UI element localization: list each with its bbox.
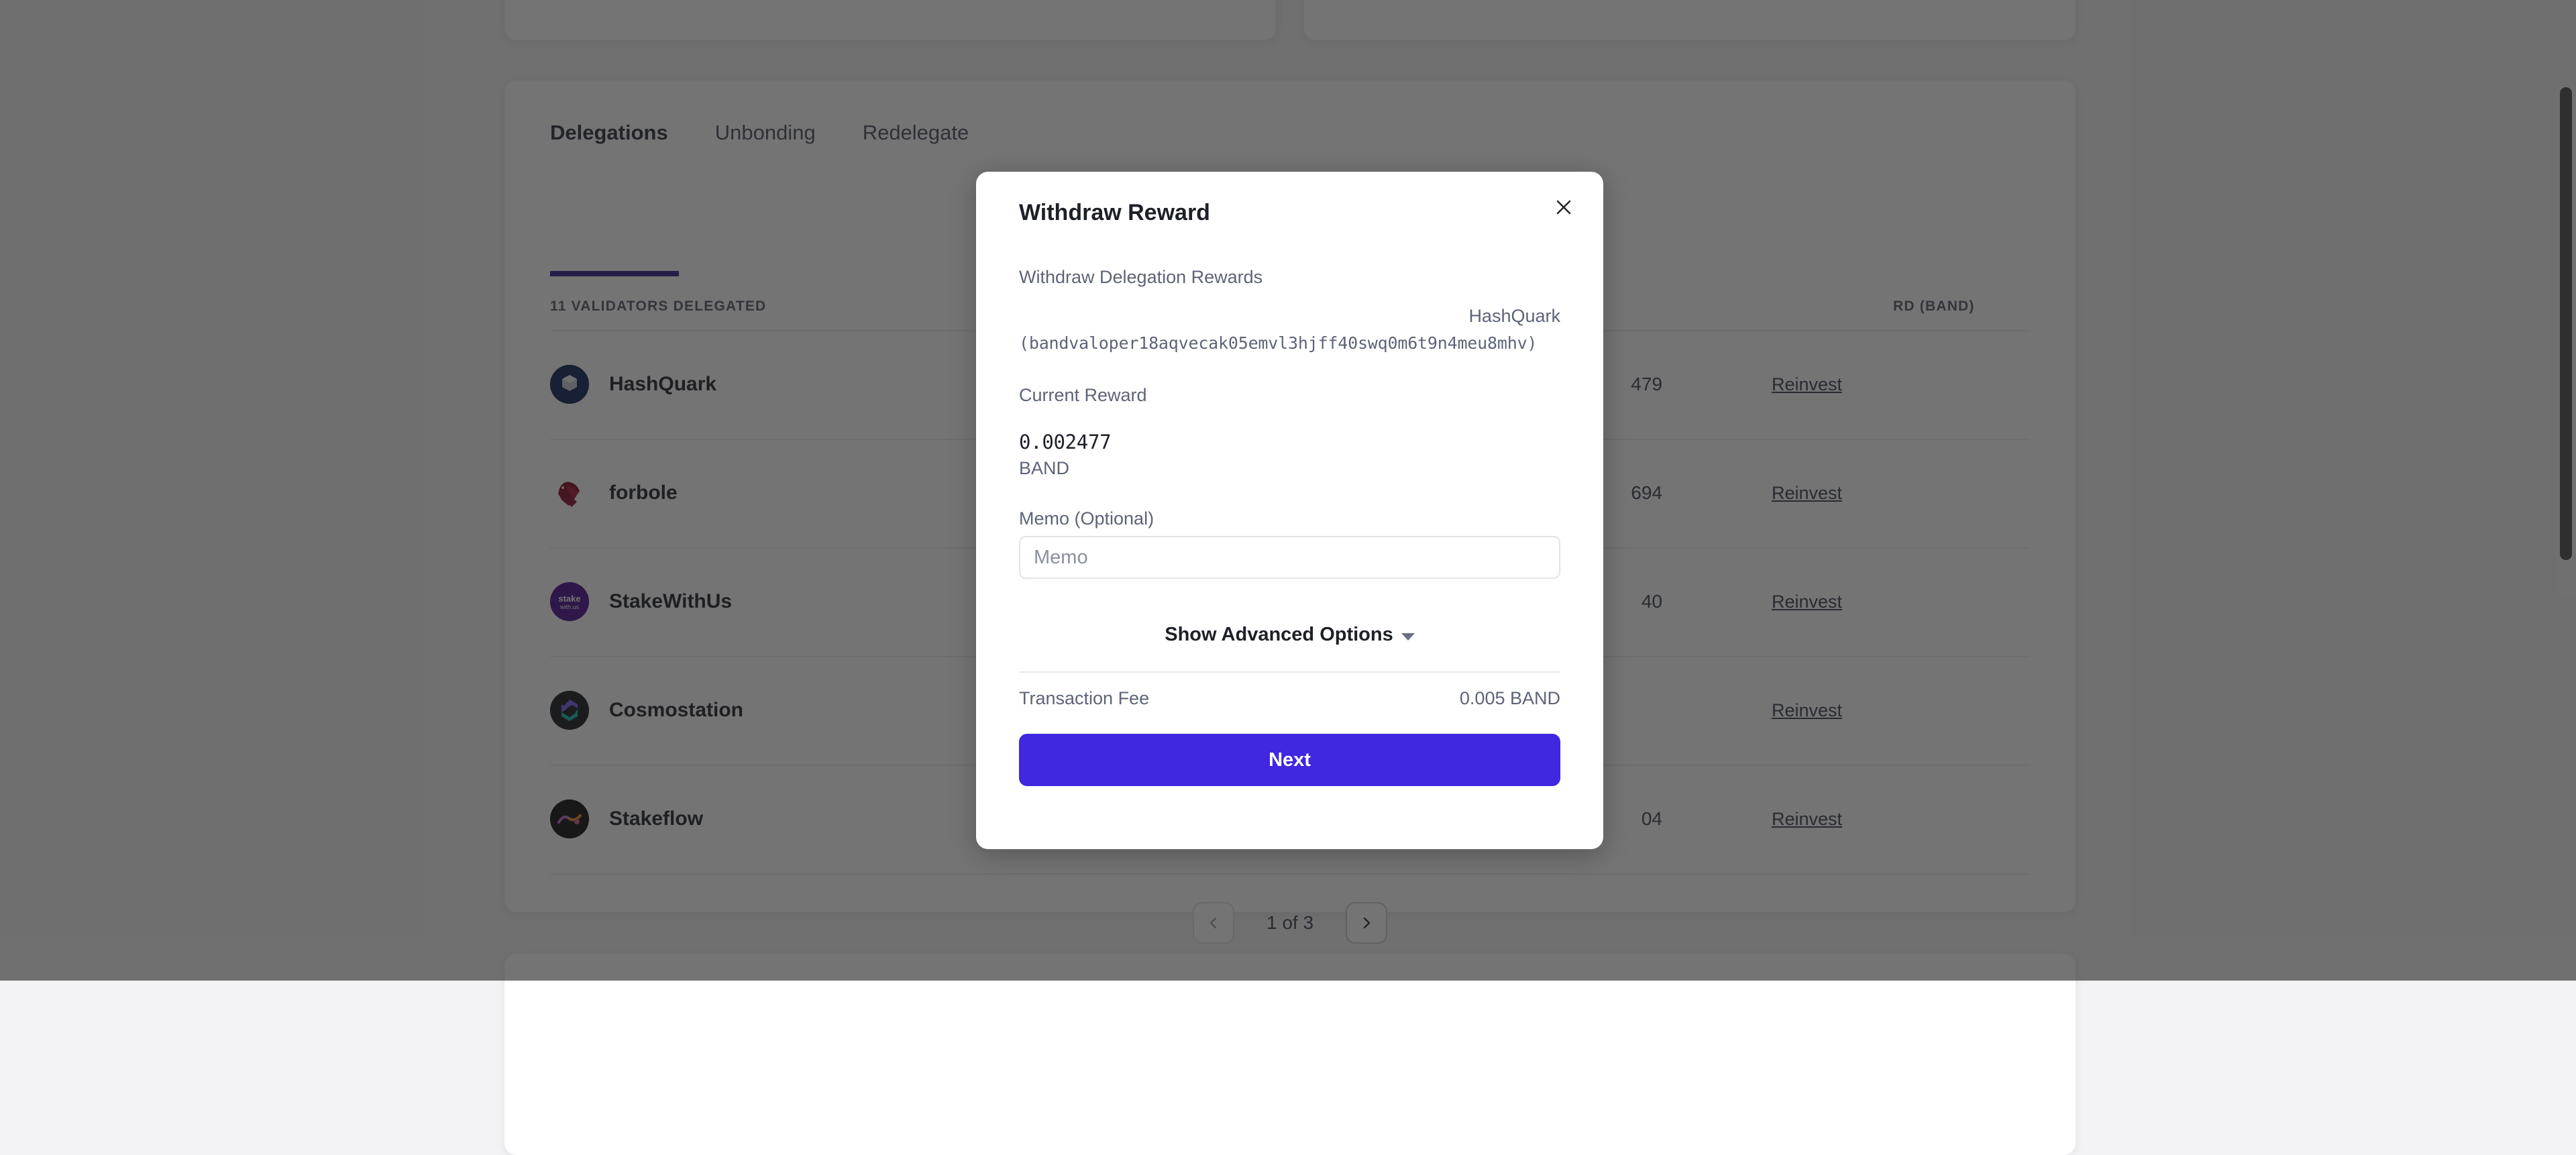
transaction-fee-value: 0.005 BAND: [1460, 688, 1560, 709]
current-reward-amount: 0.002477: [1019, 431, 1111, 453]
modal-validator-address: (bandvaloper18aqvecak05emvl3hjff40swq0m6…: [1019, 333, 1560, 353]
close-icon: [1554, 198, 1573, 217]
next-button[interactable]: Next: [1019, 734, 1560, 786]
current-reward-label: Current Reward: [1019, 385, 1147, 406]
transaction-fee-label: Transaction Fee: [1019, 688, 1149, 709]
modal-divider: [1019, 671, 1560, 673]
validator-info: HashQuark (bandvaloper18aqvecak05emvl3hj…: [1019, 306, 1560, 353]
transaction-fee-row: Transaction Fee 0.005 BAND: [1019, 688, 1560, 709]
close-button[interactable]: [1546, 189, 1582, 225]
vertical-scrollbar-thumb[interactable]: [2560, 87, 2572, 560]
bottom-card: [504, 954, 2076, 1155]
show-advanced-options-toggle[interactable]: Show Advanced Options: [976, 624, 1603, 646]
memo-input[interactable]: [1019, 536, 1560, 579]
modal-title: Withdraw Reward: [1019, 200, 1210, 226]
modal-subtitle: Withdraw Delegation Rewards: [1019, 267, 1263, 288]
show-advanced-options-label: Show Advanced Options: [1165, 624, 1393, 646]
memo-label: Memo (Optional): [1019, 508, 1154, 529]
scrollbar-track[interactable]: [2553, 0, 2576, 981]
current-reward-denom: BAND: [1019, 458, 1069, 479]
chevron-down-icon: [1401, 633, 1415, 641]
modal-validator-name: HashQuark: [1019, 306, 1560, 327]
withdraw-reward-modal: Withdraw Reward Withdraw Delegation Rewa…: [976, 172, 1603, 849]
